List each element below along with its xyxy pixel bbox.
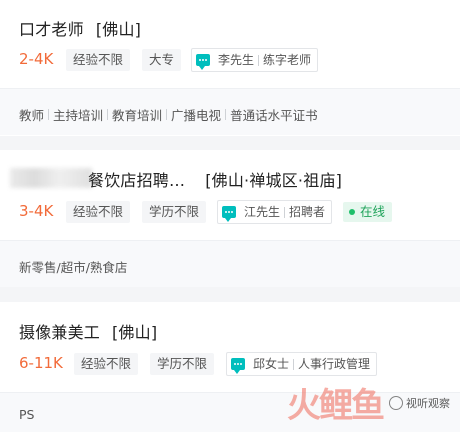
industry-tag: 广播电视 bbox=[171, 108, 222, 123]
online-label: 在线 bbox=[360, 204, 386, 219]
redacted-text bbox=[10, 168, 92, 188]
industry-tag: 主持培训 bbox=[53, 108, 104, 123]
job-salary: 2-4K bbox=[19, 50, 54, 68]
divider bbox=[284, 206, 286, 218]
chat-icon bbox=[231, 358, 245, 374]
job-title-text: 口才老师 bbox=[19, 20, 84, 39]
industry-tags: PS bbox=[19, 407, 34, 422]
job-salary: 3-4K bbox=[19, 202, 54, 220]
industry-tags: 新零售/超市/熟食店 bbox=[19, 257, 127, 276]
job-title-text: 餐饮店招聘… bbox=[88, 171, 186, 190]
recruiter-badge[interactable]: 江先生 招聘者 bbox=[217, 200, 333, 224]
education-tag: 学历不限 bbox=[150, 353, 215, 375]
job-city: [佛山] bbox=[112, 323, 158, 342]
divider bbox=[48, 109, 50, 120]
recruiter-role: 招聘者 bbox=[289, 205, 326, 219]
watermark: 火鲤鱼 视听观察 bbox=[287, 378, 450, 427]
divider bbox=[258, 54, 260, 66]
job-title[interactable]: 餐饮店招聘… [佛山·禅城区·祖庙] bbox=[88, 167, 342, 191]
divider bbox=[107, 109, 109, 120]
job-title-text: 摄像兼美工 bbox=[19, 323, 101, 342]
chat-icon bbox=[196, 54, 210, 70]
job-card-industry: 新零售/超市/熟食店 bbox=[0, 240, 460, 287]
wechat-icon bbox=[389, 395, 403, 410]
recruiter-badge[interactable]: 李先生 练字老师 bbox=[191, 48, 319, 72]
education-tag: 大专 bbox=[142, 49, 182, 71]
industry-tag: 教育培训 bbox=[112, 108, 163, 123]
job-card[interactable]: 餐饮店招聘… [佛山·禅城区·祖庙] 3-4K 经验不限 学历不限 江先生 招聘者 … bbox=[0, 150, 460, 242]
divider bbox=[225, 109, 227, 120]
watermark-badge: 视听观察 bbox=[389, 395, 450, 411]
industry-tags: 教师 主持培训 教育培训 广播电视 普通话水平证书 bbox=[19, 105, 318, 124]
watermark-logo: 火鲤鱼 bbox=[287, 386, 385, 426]
industry-tag: 新零售/超市/熟食店 bbox=[19, 260, 128, 275]
recruiter-name: 邱女士 bbox=[253, 357, 290, 371]
online-dot-icon bbox=[349, 209, 355, 215]
job-city: [佛山] bbox=[95, 20, 142, 39]
experience-tag: 经验不限 bbox=[74, 353, 139, 375]
recruiter-name: 江先生 bbox=[244, 205, 281, 219]
divider bbox=[293, 358, 295, 370]
job-card-industry: 教师 主持培训 教育培训 广播电视 普通话水平证书 bbox=[0, 88, 460, 135]
job-salary: 6-11K bbox=[19, 354, 63, 372]
industry-tag: 普通话水平证书 bbox=[230, 108, 318, 123]
industry-tag: PS bbox=[19, 407, 35, 422]
recruiter-name: 李先生 bbox=[218, 53, 255, 67]
recruiter-badge[interactable]: 邱女士 人事行政管理 bbox=[226, 352, 378, 376]
industry-tag: 教师 bbox=[19, 108, 45, 123]
watermark-badge-text: 视听观察 bbox=[406, 396, 450, 410]
chat-icon bbox=[222, 206, 236, 222]
job-city: [佛山·禅城区·祖庙] bbox=[205, 171, 343, 190]
recruiter-role: 练字老师 bbox=[263, 53, 312, 67]
online-status-badge: 在线 bbox=[343, 202, 393, 222]
job-title[interactable]: 摄像兼美工 [佛山] bbox=[19, 319, 157, 343]
experience-tag: 经验不限 bbox=[66, 49, 131, 71]
job-title[interactable]: 口才老师 [佛山] bbox=[19, 16, 141, 40]
experience-tag: 经验不限 bbox=[66, 201, 131, 223]
education-tag: 学历不限 bbox=[142, 201, 207, 223]
recruiter-role: 人事行政管理 bbox=[298, 357, 371, 371]
divider bbox=[166, 109, 168, 120]
